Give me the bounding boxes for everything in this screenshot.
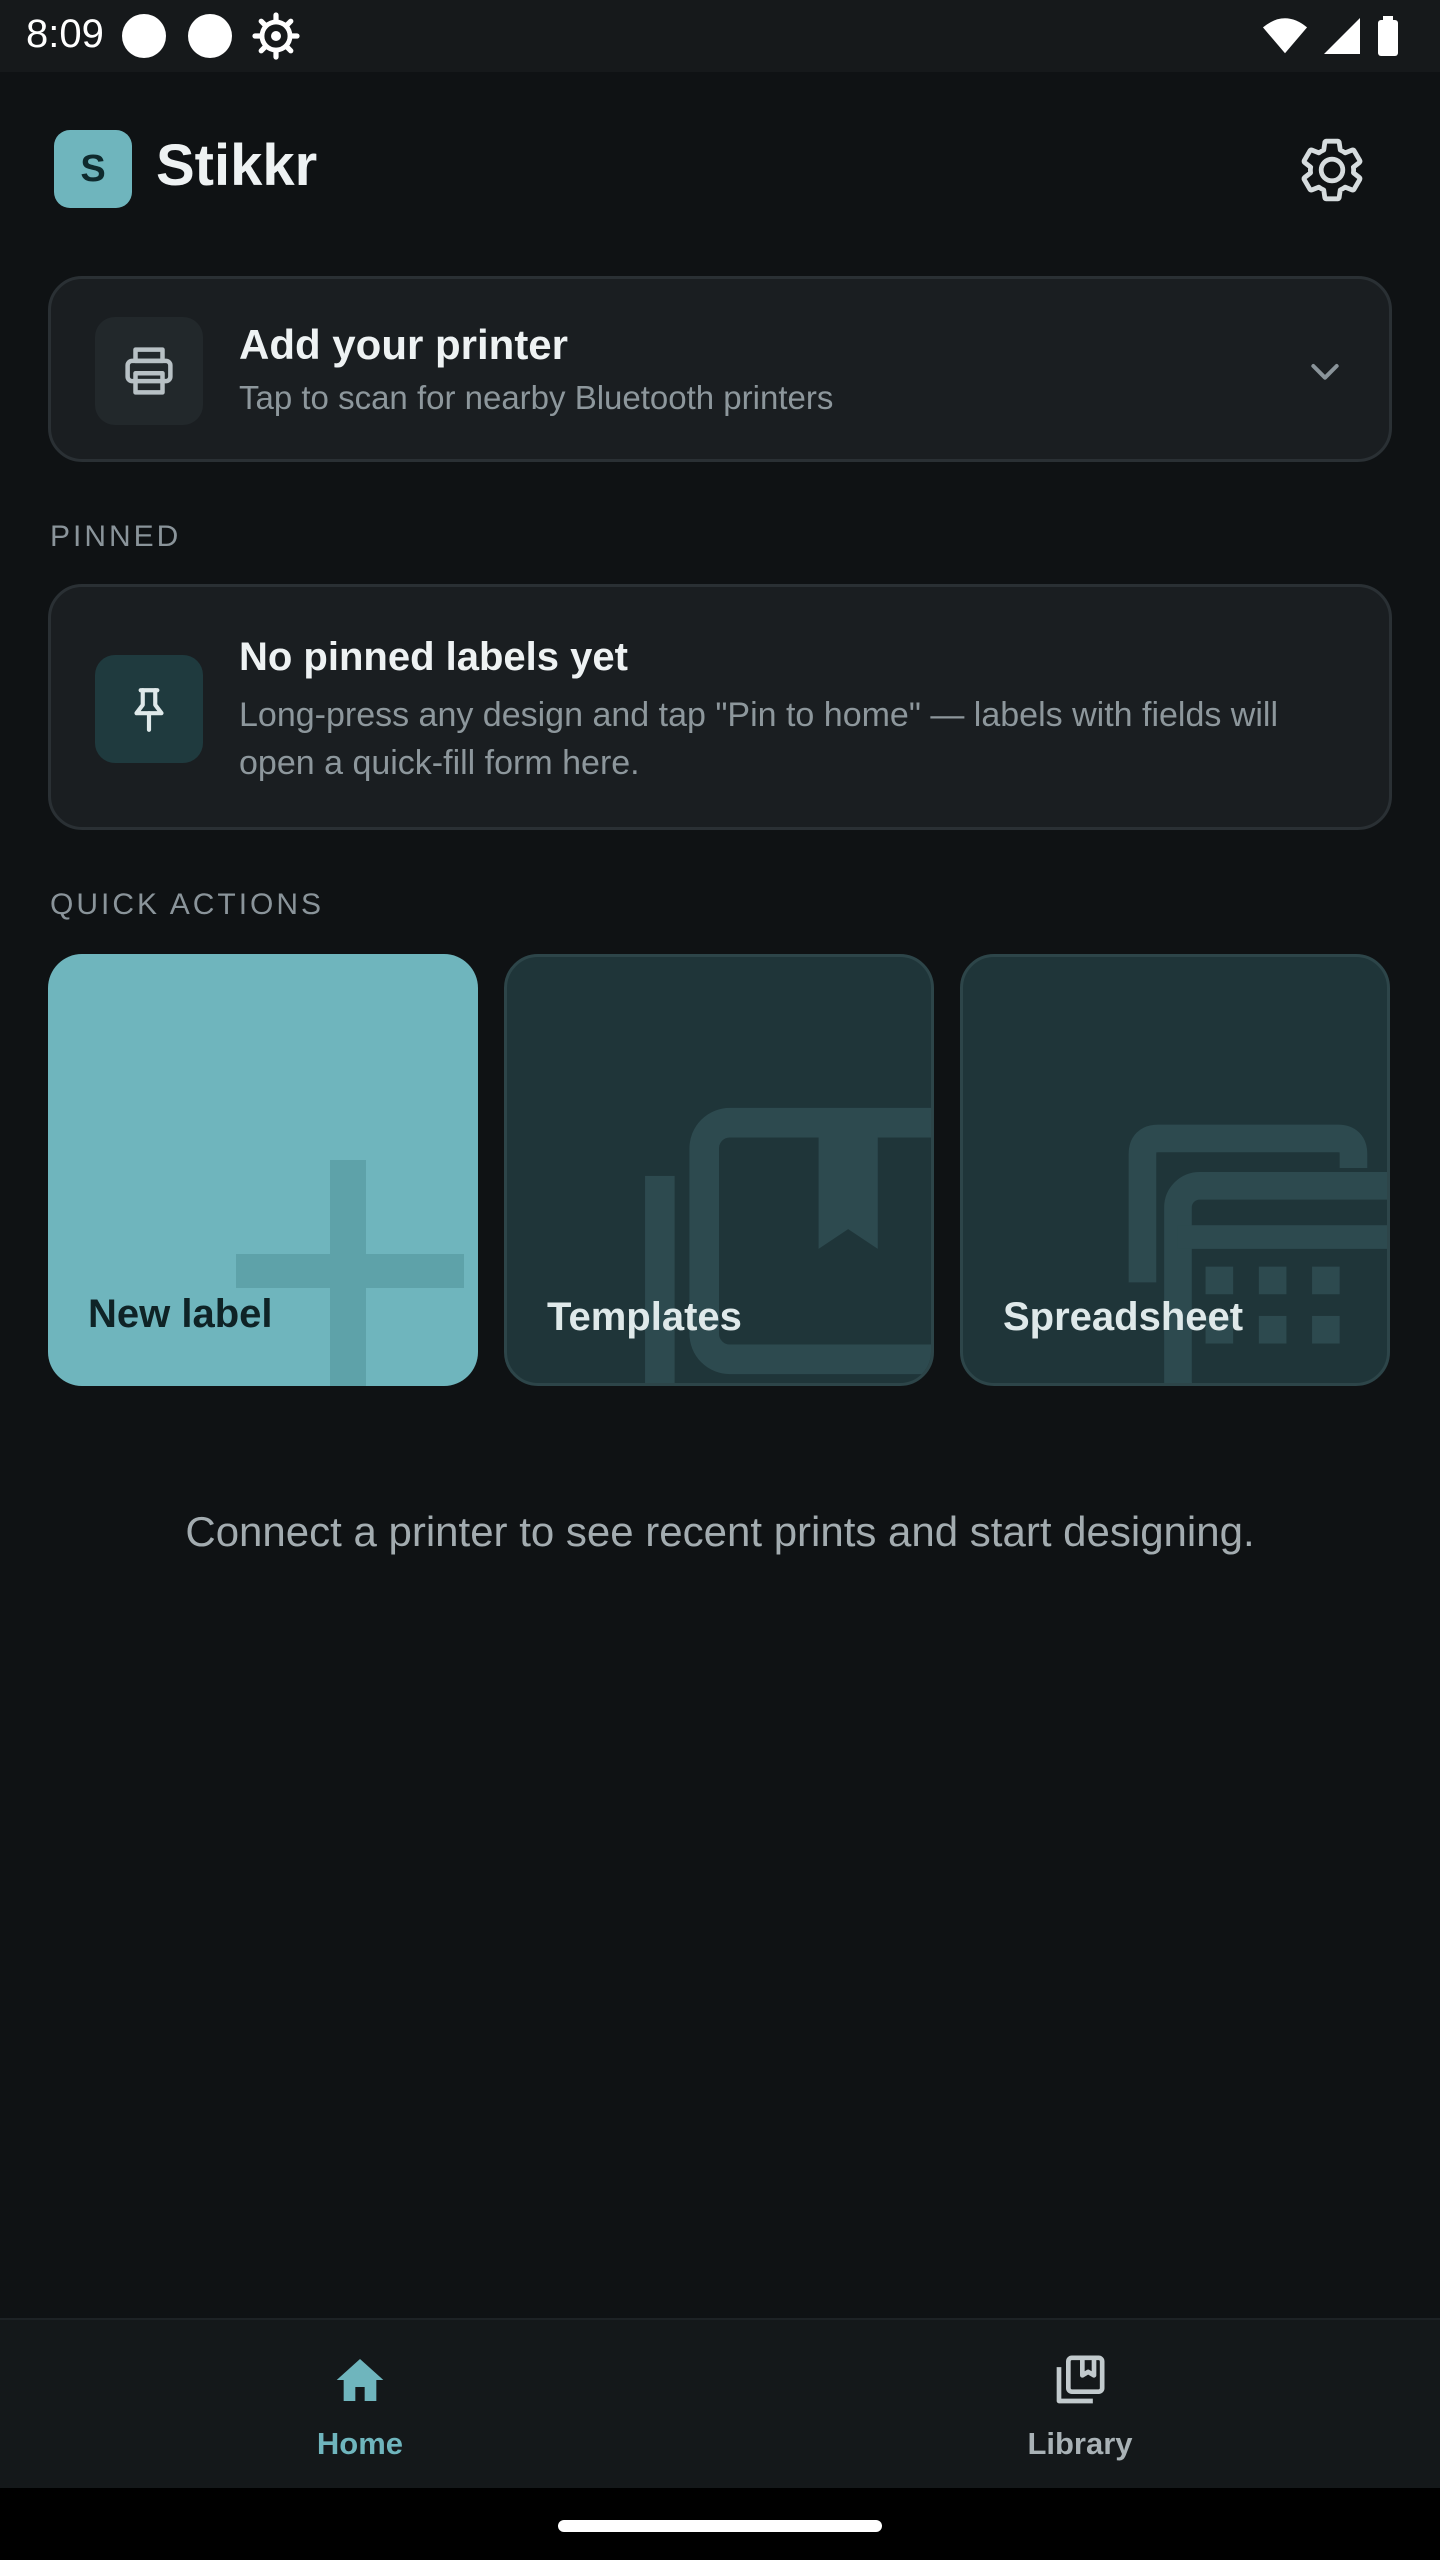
wifi-icon	[1262, 18, 1308, 54]
notification-circle-icon	[122, 14, 166, 58]
system-gesture-area	[0, 2488, 1440, 2560]
new-label-label: New label	[88, 1292, 273, 1336]
empty-state-message: Connect a printer to see recent prints a…	[185, 1508, 1255, 1555]
nav-item-home[interactable]: Home	[0, 2320, 720, 2490]
settings-gear-icon[interactable]	[1296, 134, 1368, 206]
battery-icon	[1378, 16, 1398, 56]
pinned-empty-card: No pinned labels yet Long-press any desi…	[48, 584, 1392, 830]
bottom-navigation: Home Library	[0, 2318, 1440, 2488]
status-icons	[1262, 14, 1400, 58]
new-label-tile[interactable]: New label	[48, 954, 478, 1386]
spreadsheet-tile[interactable]: Spreadsheet	[960, 954, 1390, 1386]
pin-icon	[134, 688, 164, 732]
gear-icon	[252, 12, 300, 60]
printer-card-title: Add your printer	[239, 321, 569, 368]
status-time: 8:09	[26, 12, 104, 56]
pinned-empty-description: Long-press any design and tap "Pin to ho…	[239, 696, 1279, 782]
home-icon	[336, 2359, 384, 2401]
notification-circle-icon	[188, 14, 232, 58]
printer-icon	[125, 347, 173, 395]
templates-tile[interactable]: Templates	[504, 954, 934, 1386]
pinned-section-label: PINNED	[50, 520, 182, 553]
signal-icon	[1324, 18, 1360, 54]
nav-label-home: Home	[316, 2426, 404, 2461]
app-header: S Stikkr	[0, 72, 1440, 262]
nav-label-library: Library	[1027, 2426, 1133, 2461]
nav-item-library[interactable]: Library	[720, 2320, 1440, 2490]
printer-card-subtitle: Tap to scan for nearby Bluetooth printer…	[239, 379, 834, 416]
status-bar: 8:09	[0, 0, 1440, 72]
pin-icon-box	[95, 655, 203, 763]
home-gesture-bar[interactable]	[558, 2520, 882, 2532]
spreadsheet-label: Spreadsheet	[1003, 1295, 1244, 1339]
pinned-empty-title: No pinned labels yet	[239, 635, 628, 679]
app-logo: S	[54, 130, 132, 208]
add-printer-card[interactable]: Add your printer Tap to scan for nearby …	[48, 276, 1392, 462]
library-icon	[1056, 2355, 1105, 2404]
chevron-down-icon[interactable]	[1305, 351, 1345, 391]
quick-actions-section-label: QUICK ACTIONS	[50, 888, 325, 921]
app-title: Stikkr	[156, 133, 318, 198]
printer-icon-box	[95, 317, 203, 425]
templates-label: Templates	[547, 1295, 742, 1339]
